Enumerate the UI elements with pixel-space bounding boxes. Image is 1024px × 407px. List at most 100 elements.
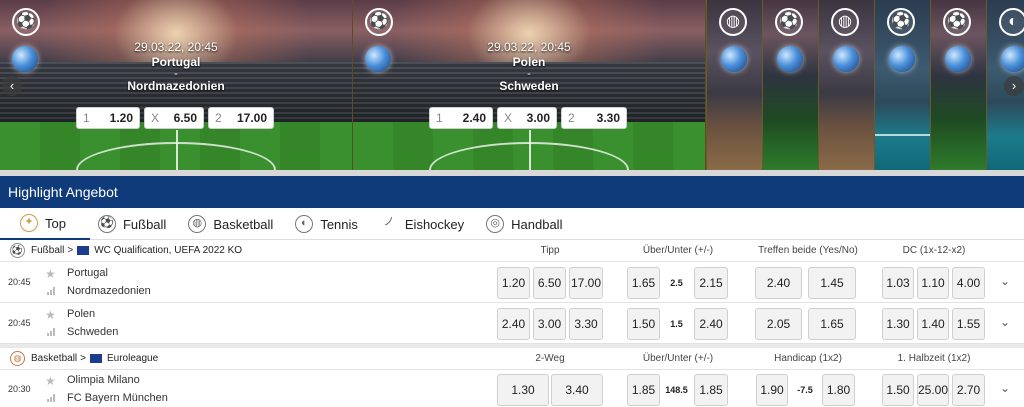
favorite-star-icon[interactable]: ★ <box>45 374 56 388</box>
event-time: 20:45 <box>8 318 31 328</box>
column-title: Über/Unter (+/-) <box>642 353 714 364</box>
tab-tennis[interactable]: ◐ Tennis <box>287 208 372 240</box>
handball-icon: ◎ <box>486 215 505 233</box>
odd-button-draw[interactable]: X 3.00 <box>497 107 557 129</box>
odd-button[interactable]: 4.00 <box>952 267 985 299</box>
over-under-line: 148.5 <box>665 385 688 395</box>
banner-card-match-1[interactable]: ⚽ 29.03.22, 20:45 Portugal - Nordmazedon… <box>0 0 353 170</box>
home-team: Portugal <box>67 267 108 279</box>
odd-label: 1 <box>83 111 90 125</box>
league-header: ◍ Basketball > Euroleague 2-Weg Über/Unt… <box>0 348 1024 370</box>
event-row[interactable]: 20:30 ★ Olimpia Milano FC Bayern München… <box>0 370 1024 407</box>
odd-button[interactable]: 1.40 <box>917 308 949 340</box>
odd-button[interactable]: 25.00 <box>917 374 949 406</box>
tennis-icon: ◐ <box>999 8 1024 36</box>
tab-label: Tennis <box>320 216 358 232</box>
chevron-down-icon[interactable]: ⌄ <box>1000 381 1010 395</box>
chevron-down-icon[interactable]: ⌄ <box>1000 274 1010 288</box>
globe-icon <box>945 46 971 72</box>
odd-button[interactable]: 1.85 <box>694 374 728 406</box>
odd-value: 2.40 <box>462 111 486 125</box>
odd-button[interactable]: 1.45 <box>808 267 856 299</box>
breadcrumb-sport[interactable]: Basketball <box>31 353 77 364</box>
odd-button[interactable]: 3.40 <box>551 374 603 406</box>
soccer-icon: ⚽ <box>365 8 393 36</box>
breadcrumb-league[interactable]: WC Qualification, UEFA 2022 KO <box>94 245 242 256</box>
odd-button[interactable]: 1.20 <box>497 267 530 299</box>
tab-top[interactable]: ✦ Top <box>0 208 90 240</box>
team-separator: - <box>174 68 178 80</box>
tab-label: Fußball <box>122 216 167 232</box>
event-row[interactable]: 20:45 ★ Polen Schweden 2.40 3.00 3.30 1.… <box>0 304 1024 344</box>
odd-button[interactable]: 6.50 <box>533 267 566 299</box>
odd-button-away[interactable]: 2 17.00 <box>208 107 274 129</box>
banner-card-match-2[interactable]: ⚽ 29.03.22, 20:45 Polen - Schweden 1 2.40… <box>353 0 706 170</box>
odd-button-draw[interactable]: X 6.50 <box>144 107 204 129</box>
banner-mini-card[interactable]: ◍ <box>818 0 874 170</box>
event-row[interactable]: 20:45 ★ Portugal Nordmazedonien 1.20 6.5… <box>0 263 1024 303</box>
odd-button[interactable]: 3.30 <box>569 308 603 340</box>
odd-label: 2 <box>568 111 575 125</box>
banner-odds: 1 2.40 X 3.00 2 3.30 <box>429 107 627 129</box>
banner-mini-card[interactable]: ⚽ <box>874 0 930 170</box>
basketball-icon: ◍ <box>188 215 207 233</box>
odd-button[interactable]: 2.15 <box>694 267 728 299</box>
odd-button[interactable]: 1.55 <box>952 308 985 340</box>
highlight-banner: ⚽ 29.03.22, 20:45 Portugal - Nordmazedon… <box>0 0 1024 170</box>
column-title: 2-Weg <box>535 353 565 364</box>
column-title: DC (1x-12-x2) <box>902 245 966 256</box>
hockey-icon: ノ <box>383 216 395 228</box>
globe-icon <box>1001 46 1024 72</box>
odd-button[interactable]: 3.00 <box>533 308 566 340</box>
odd-button[interactable]: 2.40 <box>755 267 802 299</box>
odd-button-home[interactable]: 1 1.20 <box>76 107 140 129</box>
odd-button[interactable]: 2.40 <box>497 308 530 340</box>
statistics-icon[interactable] <box>47 394 56 402</box>
tab-handball[interactable]: ◎ Handball <box>478 208 576 240</box>
odd-button[interactable]: 1.50 <box>627 308 660 340</box>
banner-mini-card[interactable]: ⚽ <box>930 0 986 170</box>
banner-mini-card[interactable]: ◍ <box>706 0 762 170</box>
statistics-icon[interactable] <box>47 328 56 336</box>
odd-button[interactable]: 1.80 <box>822 374 855 406</box>
away-team: Nordmazedonien <box>67 285 151 297</box>
breadcrumb-sport[interactable]: Fußball <box>31 245 64 256</box>
odd-button[interactable]: 2.70 <box>952 374 985 406</box>
column-title: Treffen beide (Yes/No) <box>758 245 858 256</box>
odd-button[interactable]: 1.90 <box>756 374 788 406</box>
odd-button-home[interactable]: 1 2.40 <box>429 107 493 129</box>
globe-icon <box>833 46 859 72</box>
chevron-down-icon[interactable]: ⌄ <box>1000 315 1010 329</box>
odd-button[interactable]: 1.30 <box>882 308 914 340</box>
odd-button[interactable]: 17.00 <box>569 267 603 299</box>
odd-button[interactable]: 1.30 <box>497 374 549 406</box>
banner-mini-card[interactable]: ⚽ <box>762 0 818 170</box>
tab-fussball[interactable]: ⚽ Fußball <box>90 208 180 240</box>
odd-button[interactable]: 1.65 <box>808 308 856 340</box>
odd-button[interactable]: 2.05 <box>755 308 802 340</box>
favorite-star-icon[interactable]: ★ <box>45 308 56 322</box>
breadcrumb-league[interactable]: Euroleague <box>107 353 158 364</box>
odd-button-away[interactable]: 2 3.30 <box>561 107 627 129</box>
tab-eishockey[interactable]: ノ Eishockey <box>372 208 478 240</box>
basketball-icon: ◍ <box>10 351 25 366</box>
odd-button[interactable]: 1.85 <box>627 374 660 406</box>
odd-button[interactable]: 2.40 <box>694 308 728 340</box>
away-team: Nordmazedonien <box>127 79 225 93</box>
tab-basketball[interactable]: ◍ Basketball <box>180 208 287 240</box>
odd-button[interactable]: 1.03 <box>882 267 914 299</box>
banner-odds: 1 1.20 X 6.50 2 17.00 <box>76 107 274 129</box>
statistics-icon[interactable] <box>47 287 56 295</box>
banner-next-arrow[interactable]: › <box>1004 76 1024 96</box>
column-title: Tipp <box>540 245 560 256</box>
tab-label: Basketball <box>213 216 274 232</box>
banner-prev-arrow[interactable]: ‹ <box>2 76 22 96</box>
odd-button[interactable]: 1.65 <box>627 267 660 299</box>
over-under-line: 1.5 <box>670 319 683 329</box>
match-datetime: 29.03.22, 20:45 <box>487 40 571 54</box>
soccer-icon: ⚽ <box>887 8 915 36</box>
odd-button[interactable]: 1.50 <box>882 374 914 406</box>
basketball-icon: ◍ <box>831 8 859 36</box>
favorite-star-icon[interactable]: ★ <box>45 267 56 281</box>
odd-button[interactable]: 1.10 <box>917 267 949 299</box>
